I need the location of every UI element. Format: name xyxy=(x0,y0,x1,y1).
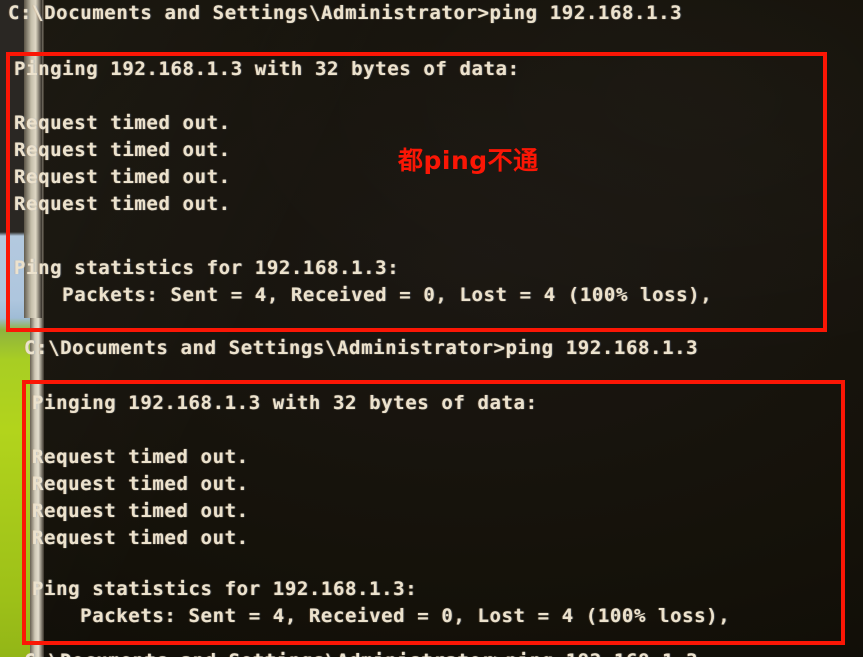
annotation-box-bottom xyxy=(22,380,845,645)
annotation-label-ping-fail: 都ping不通 xyxy=(398,146,539,175)
monitor-photo-screenshot: C:\Documents and Settings\Administrator>… xyxy=(0,0,863,657)
annotation-box-top xyxy=(6,52,827,332)
